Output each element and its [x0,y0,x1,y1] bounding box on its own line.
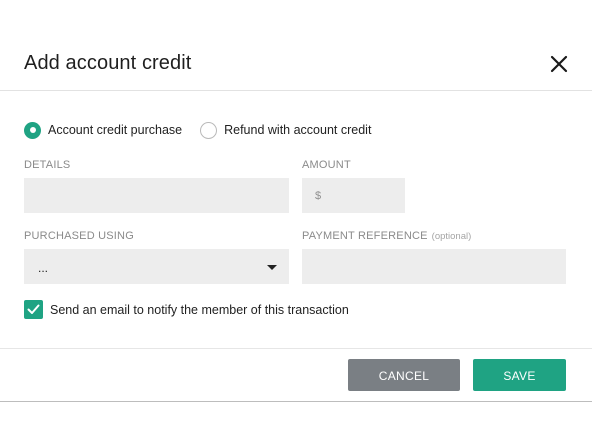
payment-reference-input[interactable] [302,249,566,284]
dialog-title: Add account credit [24,52,192,74]
details-label: DETAILS [24,159,71,171]
radio-option-account-credit-purchase[interactable]: Account credit purchase [24,121,183,139]
caret-down-icon [267,265,277,270]
dialog-header: Add account credit [0,0,592,91]
optional-note: (optional) [431,231,472,242]
purchased-using-select[interactable]: ... [24,249,289,284]
footer-divider [0,348,592,349]
save-button[interactable]: SAVE [473,359,566,391]
radio-label-account-credit-purchase: Account credit purchase [48,123,183,137]
radio-button-unselected[interactable] [200,121,218,139]
amount-label: AMOUNT [302,159,351,171]
purchased-using-selected-value: ... [38,261,49,275]
checkmark-icon [27,304,40,314]
payment-reference-label-text: PAYMENT REFERENCE [302,230,428,242]
cancel-button[interactable]: CANCEL [348,359,460,391]
notify-member-label: Send an email to notify the member of th… [50,302,349,317]
close-icon[interactable] [549,54,569,74]
radio-button-selected[interactable] [24,121,41,139]
currency-prefix: $ [315,190,322,202]
radio-label-refund-with-account-credit: Refund with account credit [224,123,372,137]
payment-reference-label: PAYMENT REFERENCE (optional) [302,230,471,242]
purchased-using-label: PURCHASED USING [24,230,134,242]
credit-type-radio-group: Account credit purchase Refund with acco… [24,119,389,141]
page-bottom-divider [0,401,592,402]
details-input[interactable] [24,178,289,213]
notify-member-checkbox[interactable] [24,300,43,319]
add-account-credit-dialog: Add account credit Account credit purcha… [0,0,592,444]
radio-option-refund-with-account-credit[interactable]: Refund with account credit [200,121,372,139]
notify-member-checkbox-row[interactable]: Send an email to notify the member of th… [24,300,349,319]
